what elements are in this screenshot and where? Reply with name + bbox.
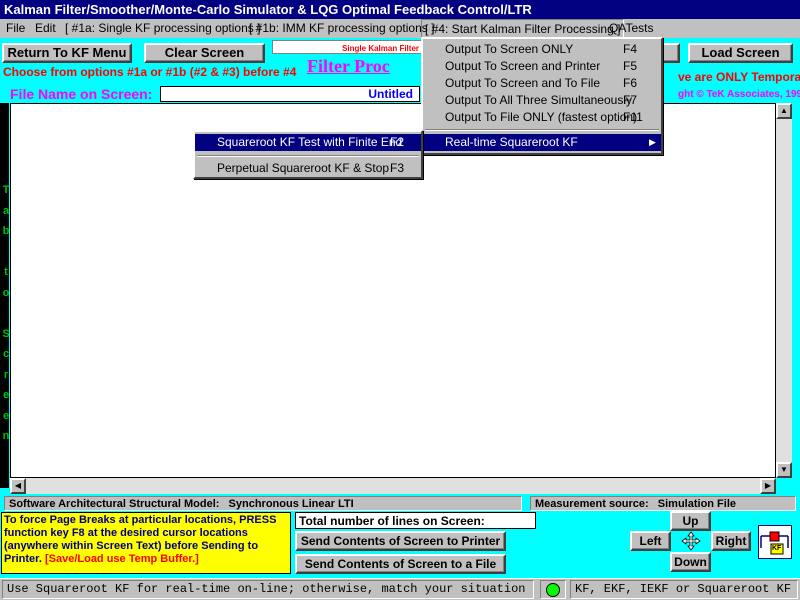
menu-item-label: Squareroot KF Test with Finite End [217,135,403,149]
scroll-left-icon[interactable]: ◀ [10,478,26,494]
single-kf-indicator: Single Kalman Filter [272,40,422,54]
submenu-item-perpetual[interactable]: Perpetual Squareroot KF & Stop F3 [195,160,421,177]
menu-item-label: Output To Screen and To File [445,76,600,90]
send-to-printer-button[interactable]: Send Contents of Screen to Printer [295,531,506,551]
load-screen-button[interactable]: Load Screen [688,43,793,63]
measurement-label: Measurement source: [535,498,649,510]
measurement-value: Simulation File [657,498,737,510]
menu-item-label: Output To File ONLY (fastest option) [445,110,638,124]
start-processing-menu: Output To Screen ONLY F4 Output To Scree… [421,37,663,155]
submenu-item-finite-end[interactable]: Squareroot KF Test with Finite End F2 [195,134,421,151]
menu-edit[interactable]: Edit [35,21,56,35]
return-to-kf-menu-button[interactable]: Return To KF Menu [2,43,132,63]
menu-item-key: F6 [623,76,638,90]
submenu-arrow-icon: ▶ [649,137,656,147]
menu-item-output-screen-printer[interactable]: Output To Screen and Printer F5 [423,58,661,75]
line-count-label: Total number of lines on Screen: [299,514,485,528]
temporary-note: ve are ONLY Temporary [678,70,800,84]
menu-item-label: Output To Screen ONLY [445,42,574,56]
scroll-up-icon[interactable]: ▲ [776,103,792,119]
title-bar: Kalman Filter/Smoother/Monte-Carlo Simul… [0,0,800,19]
menu-start-kf-processing[interactable]: [ #4: Start Kalman Filter Processing ] [421,19,625,38]
clear-screen-button[interactable]: Clear Screen [144,43,265,63]
status-led-icon [546,583,560,597]
file-name-label: File Name on Screen: [10,86,153,102]
filter-types-pane: KF, EKF, IEKF or Squareroot KF [570,580,798,599]
menu-item-label: Output To All Three Simultaneously [445,93,632,107]
menu-item-label: Real-time Squareroot KF [445,135,578,149]
up-button[interactable]: Up [670,511,711,531]
squareroot-kf-submenu: Squareroot KF Test with Finite End F2 Pe… [193,130,423,179]
line-count-field: Total number of lines on Screen: [295,512,536,529]
copyright-text: ght © TeK Associates, 1997 [678,89,800,100]
hint-pane: Use Squareroot KF for real-time on-line;… [2,580,534,599]
menu-bar: File Edit [ #1a: Single KF processing op… [0,19,800,38]
menu-item-output-screen-file[interactable]: Output To Screen and To File F6 [423,75,661,92]
menu-item-key: F4 [623,42,638,56]
menu-item-key: F2 [390,135,405,149]
menu-qatests[interactable]: QATests [609,21,653,35]
down-button[interactable]: Down [670,552,711,572]
status-light-pane [540,580,566,599]
menu-item-key: F7 [623,93,638,107]
menu-separator [425,129,659,131]
menu-imm-kf-options[interactable]: [ #1b: IMM KF processing options ] [249,21,434,35]
menu-item-label: Output To Screen and Printer [445,59,601,73]
move-cross-icon [678,531,704,551]
menu-item-label: Perpetual Squareroot KF & Stop [217,161,390,175]
instructions-text: Choose from options #1a or #1b (#2 & #3)… [3,65,297,79]
kf-logo-icon: KF [758,525,792,559]
model-label: Software Architectural Structural Model: [9,498,220,510]
window-title: Kalman Filter/Smoother/Monte-Carlo Simul… [4,2,532,17]
menu-item-key: F3 [390,161,405,175]
menu-item-output-screen-only[interactable]: Output To Screen ONLY F4 [423,41,661,58]
menu-item-key: F11 [623,110,643,124]
kf-logo-text: KF [772,545,782,552]
left-button[interactable]: Left [630,531,671,551]
single-kf-label: Single Kalman Filter [342,44,419,53]
page-break-note: To force Page Breaks at particular locat… [1,512,291,574]
menu-file[interactable]: File [6,21,25,35]
scroll-down-icon[interactable]: ▼ [776,462,792,478]
hidden-button[interactable] [660,43,680,63]
send-to-file-button[interactable]: Send Contents of Screen to a File [295,554,506,574]
note-highlight: [Save/Load use Temp Buffer.] [44,553,199,565]
menu-item-realtime-squareroot-kf[interactable]: Real-time Squareroot KF ▶ [423,134,661,151]
horizontal-scrollbar[interactable]: ◀ ▶ [10,478,776,494]
filter-processing-heading: Filter Proc [307,56,390,76]
scroll-right-icon[interactable]: ▶ [760,478,776,494]
model-status-pane: Software Architectural Structural Model:… [4,496,522,511]
right-button[interactable]: Right [711,531,751,551]
file-name-field: Untitled [160,86,420,102]
vertical-scrollbar[interactable]: ▲ ▼ [776,103,792,478]
measurement-status-pane: Measurement source: Simulation File [530,496,796,511]
menu-item-key: F5 [623,59,638,73]
model-value: Synchronous Linear LTI [228,498,354,510]
menu-separator [197,155,419,157]
menu-item-output-file-only[interactable]: Output To File ONLY (fastest option) F11 [423,109,661,126]
menu-single-kf-options[interactable]: [ #1a: Single KF processing options ] [65,21,260,35]
menu-item-output-all-three[interactable]: Output To All Three Simultaneously F7 [423,92,661,109]
